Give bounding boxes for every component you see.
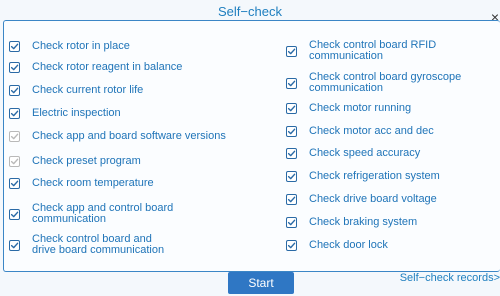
check-item-label: Check control board RFID communication — [309, 39, 437, 62]
checkbox[interactable] — [286, 171, 297, 182]
checkmark-icon — [10, 242, 19, 248]
check-item-check-drive-board-voltage[interactable]: Check drive board voltage — [286, 194, 437, 205]
checkmark-icon — [10, 158, 19, 165]
checkmark-icon — [10, 180, 19, 187]
checkmark-icon — [10, 133, 19, 140]
check-item-check-motor-acc-and-dec[interactable]: Check motor acc and dec — [286, 126, 434, 137]
checkmark-icon — [287, 150, 296, 157]
check-item-check-speed-accuracy[interactable]: Check speed accuracy — [286, 148, 420, 159]
check-item-label: Check motor acc and dec — [309, 125, 434, 137]
check-item-electric-inspection[interactable]: Electric inspection — [9, 108, 121, 119]
check-item-label: Check motor running — [309, 102, 412, 114]
checkmark-icon — [10, 110, 19, 117]
checkmark-icon — [287, 48, 296, 54]
check-item-check-rotor-in-place[interactable]: Check rotor in place — [9, 41, 130, 52]
checkbox[interactable] — [9, 131, 20, 142]
checkbox[interactable] — [286, 45, 297, 57]
check-item-check-current-rotor-life[interactable]: Check current rotor life — [9, 85, 143, 96]
check-item-label: Check refrigeration system — [309, 170, 440, 182]
dialog-title: Self−check — [218, 4, 282, 19]
check-item-check-preset-program[interactable]: Check preset program — [9, 156, 141, 167]
checkbox[interactable] — [286, 148, 297, 159]
self-check-dialog: Self−check × Start Self−check records> C… — [0, 0, 500, 296]
checkmark-icon — [287, 242, 296, 249]
check-item-check-door-lock[interactable]: Check door lock — [286, 240, 388, 251]
check-item-check-app-and-control-board-communication[interactable]: Check app and control board communication — [9, 203, 173, 225]
checkmark-icon — [10, 211, 19, 217]
check-item-label: Check door lock — [309, 239, 388, 251]
checkbox[interactable] — [286, 126, 297, 137]
check-item-label: Check rotor reagent in balance — [32, 61, 183, 73]
check-item-label: Check braking system — [309, 216, 418, 228]
checkmark-icon — [287, 80, 296, 86]
check-item-check-control-board-rfid-communication[interactable]: Check control board RFID communication — [286, 40, 436, 62]
check-item-label: Check control board gyroscope communicati… — [309, 71, 462, 94]
checkmark-icon — [10, 43, 19, 50]
checkbox[interactable] — [286, 103, 297, 114]
check-item-check-rotor-reagent-in-balance[interactable]: Check rotor reagent in balance — [9, 62, 182, 73]
check-item-label: Electric inspection — [32, 107, 121, 119]
checkbox[interactable] — [9, 41, 20, 52]
checkbox[interactable] — [9, 156, 20, 167]
check-item-label: Check control board and drive board commu… — [32, 233, 165, 256]
check-item-check-app-and-board-software-versions[interactable]: Check app and board software versions — [9, 131, 226, 142]
check-item-label: Check app and control board communication — [32, 202, 174, 225]
checkbox[interactable] — [286, 194, 297, 205]
check-item-label: Check current rotor life — [32, 84, 144, 96]
checkbox[interactable] — [9, 239, 20, 251]
check-item-label: Check rotor in place — [32, 40, 130, 52]
checkmark-icon — [287, 128, 296, 135]
checkmark-icon — [287, 105, 296, 112]
checkmark-icon — [287, 196, 296, 203]
start-button[interactable]: Start — [228, 272, 294, 294]
checkbox[interactable] — [286, 217, 297, 228]
check-item-check-control-board-gyroscope-communication[interactable]: Check control board gyroscope communicati… — [286, 72, 461, 94]
check-item-label: Check speed accuracy — [309, 147, 421, 159]
check-item-check-braking-system[interactable]: Check braking system — [286, 217, 417, 228]
checkmark-icon — [287, 219, 296, 226]
checkbox[interactable] — [9, 208, 20, 220]
checkbox[interactable] — [9, 62, 20, 73]
self-check-records-link[interactable]: Self−check records> — [400, 272, 500, 284]
check-item-check-room-temperature[interactable]: Check room temperature — [9, 178, 154, 189]
checkmark-icon — [287, 173, 296, 180]
check-item-label: Check preset program — [32, 155, 141, 167]
checkbox[interactable] — [286, 77, 297, 89]
check-item-label: Check room temperature — [32, 177, 154, 189]
check-item-label: Check app and board software versions — [32, 130, 226, 142]
check-item-label: Check drive board voltage — [309, 193, 437, 205]
checkbox[interactable] — [286, 240, 297, 251]
checkbox[interactable] — [9, 108, 20, 119]
checkmark-icon — [10, 64, 19, 71]
check-item-check-motor-running[interactable]: Check motor running — [286, 103, 411, 114]
checkbox[interactable] — [9, 178, 20, 189]
checkbox[interactable] — [9, 85, 20, 96]
checkmark-icon — [10, 87, 19, 94]
check-item-check-refrigeration-system[interactable]: Check refrigeration system — [286, 171, 440, 182]
check-item-check-control-board-and-drive-board-communication[interactable]: Check control board and drive board commu… — [9, 234, 164, 256]
